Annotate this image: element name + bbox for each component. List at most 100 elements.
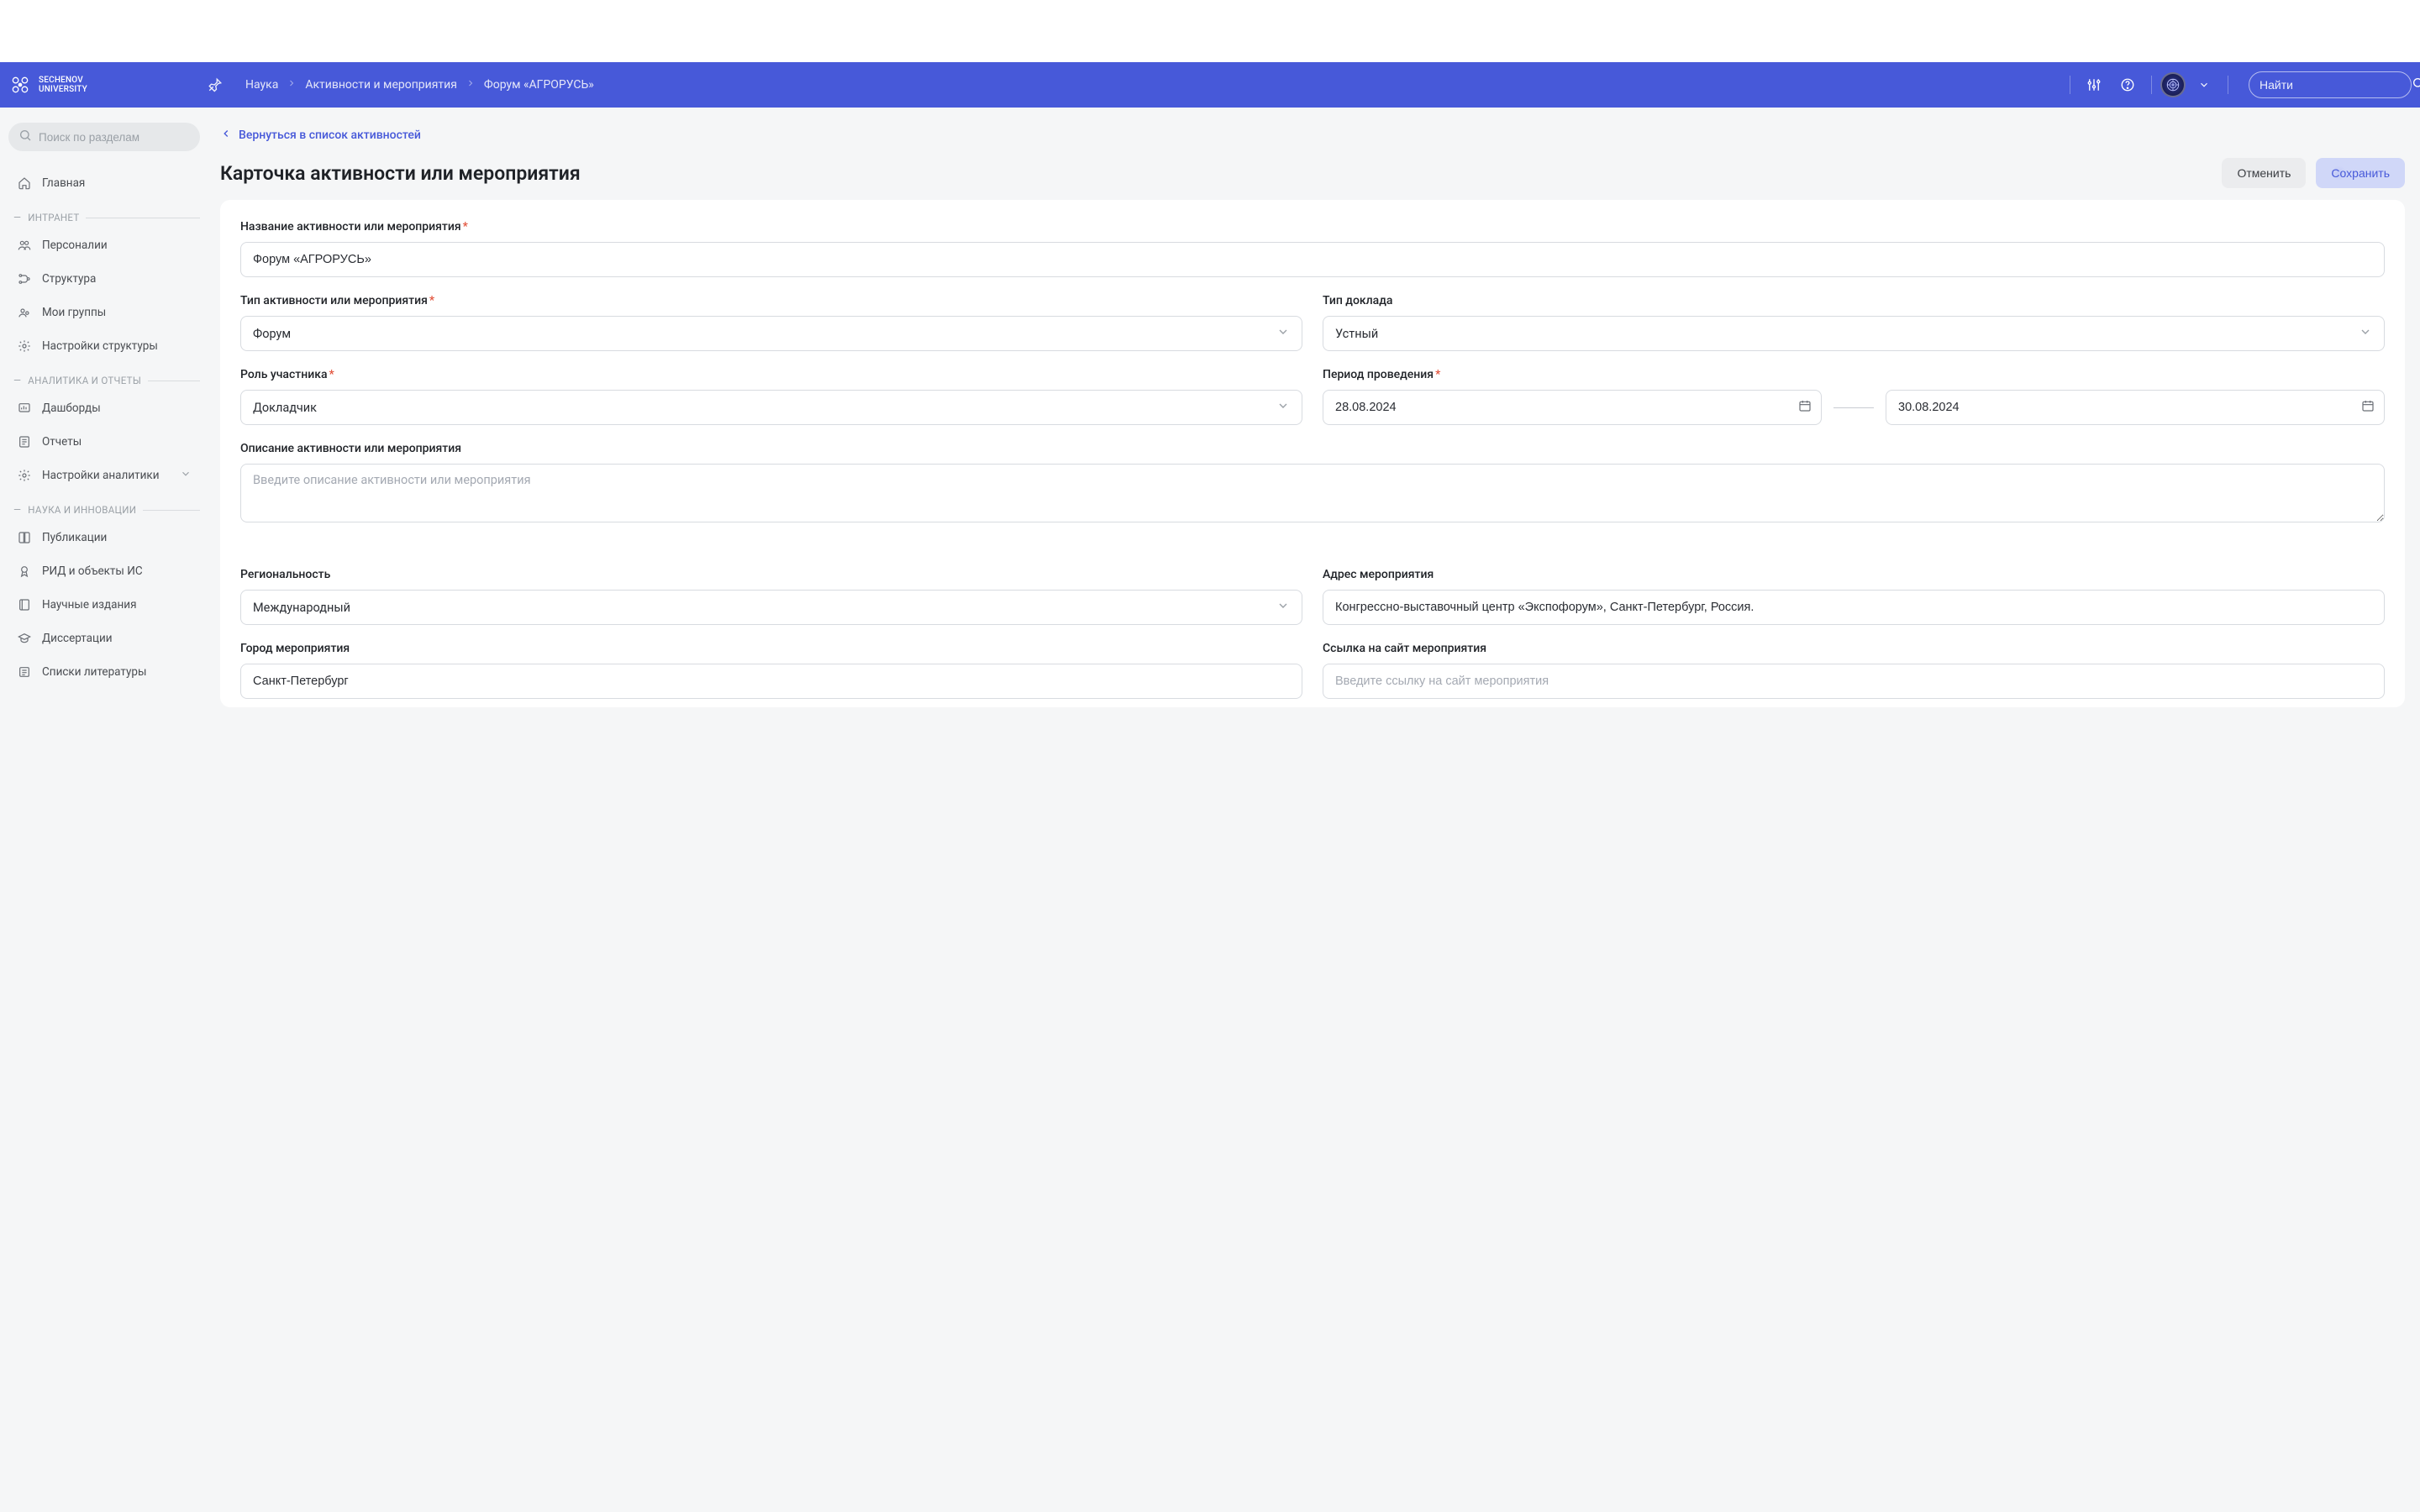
city-input[interactable] [240,664,1302,699]
field-label-type: Тип активности или мероприятия* [240,294,1302,307]
brand-block: SECHENOV UNIVERSITY [8,73,202,97]
select-value: Международный [253,601,350,615]
settings-sliders-icon[interactable] [2079,70,2109,100]
browser-chrome-whitespace [0,0,2420,62]
app-header: SECHENOV UNIVERSITY Наука Активности и м… [0,62,2420,108]
award-icon [17,564,32,579]
regionality-select[interactable]: Международный [240,590,1302,625]
sidebar-item-home[interactable]: Главная [8,166,200,200]
select-value: Устный [1335,327,1378,341]
book-icon [17,530,32,545]
field-label-address: Адрес мероприятия [1323,568,2385,581]
chevron-left-icon [220,128,232,143]
graduation-icon [17,631,32,646]
gear-icon [17,468,32,483]
range-dash [1833,407,1874,408]
activity-name-input[interactable] [240,242,2385,277]
field-label-description: Описание активности или мероприятия [240,442,2385,455]
pin-icon[interactable] [202,71,229,98]
sidebar-item-personalii[interactable]: Персоналии [8,228,200,262]
sidebar-item-label: Списки литературы [42,665,146,679]
report-type-select[interactable]: Устный [1323,316,2385,351]
field-label-regionality: Региональность [240,568,1302,581]
main-content: Вернуться в список активностей Карточка … [208,108,2420,1512]
field-label-report-type: Тип доклада [1323,294,2385,307]
sidebar-item-structure-settings[interactable]: Настройки структуры [8,329,200,363]
header-search[interactable] [2249,71,2412,98]
field-label-link: Ссылка на сайт мероприятия [1323,642,2385,655]
help-icon[interactable] [2112,70,2143,100]
sidebar-item-publications[interactable]: Публикации [8,521,200,554]
structure-icon [17,271,32,286]
document-icon [17,434,32,449]
breadcrumb-item[interactable]: Активности и мероприятия [305,78,457,92]
sidebar-item-label: Настройки структуры [42,339,158,353]
sidebar-item-label: Настройки аналитики [42,469,159,482]
sidebar-item-label: Мои группы [42,306,106,319]
sidebar-item-dissertations[interactable]: Диссертации [8,622,200,655]
breadcrumb: Наука Активности и мероприятия Форум «АГ… [245,78,2065,92]
chevron-down-icon[interactable] [2189,70,2219,100]
chevron-down-icon [1276,325,1290,342]
chart-icon [17,401,32,416]
sidebar-item-label: Научные издания [42,598,137,612]
period-from-input[interactable] [1323,390,1822,425]
sidebar-item-label: Публикации [42,531,107,544]
sidebar-item-label: Структура [42,272,96,286]
group-icon [17,305,32,320]
sidebar-item-my-groups[interactable]: Мои группы [8,296,200,329]
sidebar-section-title: — АНАЛИТИКА И ОТЧЕТЫ [13,375,200,386]
chevron-down-icon [180,468,192,483]
chevron-down-icon [1276,599,1290,616]
sidebar-item-structure[interactable]: Структура [8,262,200,296]
sidebar-item-editions[interactable]: Научные издания [8,588,200,622]
address-input[interactable] [1323,590,2385,625]
sidebar-item-rid[interactable]: РИД и объекты ИС [8,554,200,588]
journal-icon [17,597,32,612]
period-to-input[interactable] [1886,390,2385,425]
home-icon [17,176,32,191]
brand-logo-icon [8,73,32,97]
cancel-button[interactable]: Отменить [2222,158,2306,188]
sidebar-item-reports[interactable]: Отчеты [8,425,200,459]
header-search-input[interactable] [2260,78,2412,92]
page-title: Карточка активности или мероприятия [220,162,581,185]
sidebar-item-label: РИД и объекты ИС [42,564,143,578]
list-icon [17,664,32,680]
sidebar-item-label: Дашборды [42,402,101,415]
field-label-role: Роль участника* [240,368,1302,381]
activity-type-select[interactable]: Форум [240,316,1302,351]
field-label-name: Название активности или мероприятия* [240,220,2385,234]
description-textarea[interactable] [240,464,2385,522]
sidebar-item-label: Диссертации [42,632,113,645]
chevron-down-icon [2359,325,2372,342]
field-label-period: Период проведения* [1323,368,2385,381]
sidebar-item-label: Главная [42,176,85,190]
sidebar-item-bibliography[interactable]: Списки литературы [8,655,200,689]
sidebar-section-title: — ИНТРАНЕТ [13,212,200,223]
breadcrumb-item[interactable]: Наука [245,78,278,92]
sidebar-section-title: — НАУКА И ИННОВАЦИИ [13,504,200,516]
activity-form-card: Название активности или мероприятия* Тип… [220,200,2405,707]
sidebar: Главная — ИНТРАНЕТ Персоналии Структура … [0,108,208,1512]
chevron-right-icon [466,78,476,92]
avatar[interactable] [2160,72,2186,97]
gear-icon [17,339,32,354]
sidebar-item-dashboards[interactable]: Дашборды [8,391,200,425]
breadcrumb-item[interactable]: Форум «АГРОРУСЬ» [484,78,594,92]
back-link[interactable]: Вернуться в список активностей [220,128,2405,143]
search-icon [2412,76,2420,93]
header-actions [2065,70,2412,100]
link-input[interactable] [1323,664,2385,699]
brand-name: SECHENOV UNIVERSITY [39,76,87,94]
participant-role-select[interactable]: Докладчик [240,390,1302,425]
chevron-down-icon [1276,399,1290,416]
search-icon [18,129,32,145]
save-button[interactable]: Сохранить [2316,158,2405,188]
sidebar-search[interactable] [8,123,200,151]
sidebar-item-label: Персоналии [42,239,108,252]
select-value: Докладчик [253,401,317,415]
sidebar-search-input[interactable] [39,131,190,144]
sidebar-item-analytics-settings[interactable]: Настройки аналитики [8,459,200,492]
chevron-right-icon [287,78,297,92]
